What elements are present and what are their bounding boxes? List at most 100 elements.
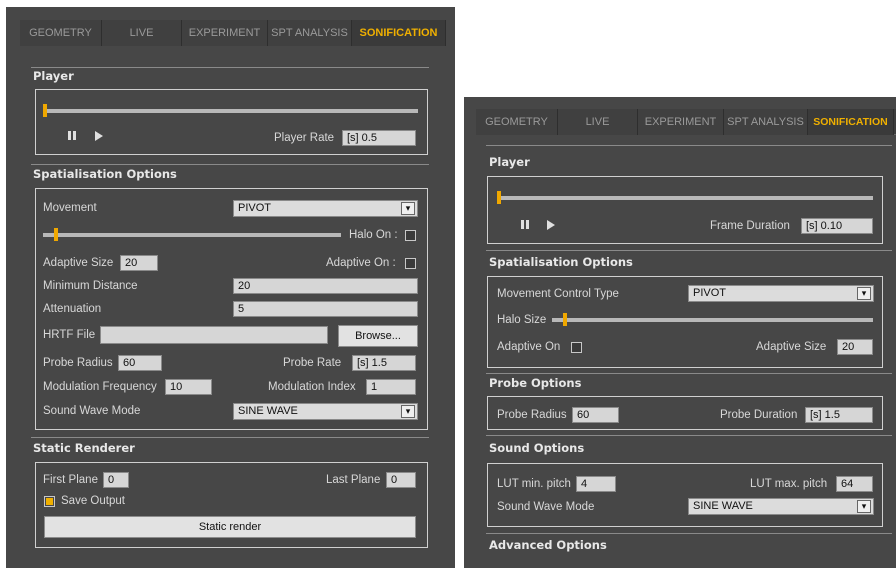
tab-geometry[interactable]: GEOMETRY [476, 109, 558, 135]
tab-spt-analysis[interactable]: SPT ANALYSIS [268, 20, 352, 46]
save-output-checkbox[interactable] [44, 496, 55, 507]
play-icon[interactable] [95, 131, 103, 141]
sound-wave-mode-dropdown[interactable]: SINE WAVE ▾ [688, 498, 874, 515]
lut-min-pitch-field[interactable]: 4 [576, 476, 616, 492]
section-title-advanced[interactable]: Advanced Options [489, 538, 607, 552]
movement-control-type-dropdown[interactable]: PIVOT ▾ [688, 285, 874, 302]
adaptive-on-checkbox[interactable] [571, 342, 582, 353]
chevron-down-icon: ▾ [857, 500, 871, 513]
chevron-down-icon: ▾ [401, 202, 415, 215]
movement-dropdown[interactable]: PIVOT ▾ [233, 200, 418, 217]
sound-wave-mode-label: Sound Wave Mode [43, 405, 141, 417]
probe-duration-label: Probe Duration [720, 409, 798, 421]
halo-size-label: Halo Size [497, 314, 547, 326]
divider [486, 145, 892, 146]
section-title-player: Player [33, 69, 74, 83]
divider [486, 373, 892, 374]
player-rate-field[interactable]: [s] 0.5 [342, 130, 416, 146]
adaptive-size-field[interactable]: 20 [837, 339, 873, 355]
divider [486, 250, 892, 251]
hrtf-file-label: HRTF File [43, 329, 96, 341]
chevron-down-icon: ▾ [857, 287, 871, 300]
halo-size-slider-track[interactable] [552, 318, 873, 322]
adaptive-on-checkbox[interactable] [405, 258, 416, 269]
player-timeline-track[interactable] [43, 109, 418, 113]
static-render-button[interactable]: Static render [44, 516, 416, 538]
sonification-panel-left: GEOMETRY LIVE EXPERIMENT SPT ANALYSIS SO… [6, 7, 455, 568]
frame-duration-label: Frame Duration [710, 220, 790, 232]
pause-icon[interactable] [68, 131, 76, 140]
sound-box [487, 463, 883, 527]
frame-duration-field[interactable]: [s] 0.10 [801, 218, 873, 234]
halo-on-label: Halo On : [349, 229, 398, 241]
section-title-player: Player [489, 155, 530, 169]
tab-live[interactable]: LIVE [558, 109, 638, 135]
sound-wave-mode-dropdown[interactable]: SINE WAVE ▾ [233, 403, 418, 420]
probe-radius-field[interactable]: 60 [118, 355, 162, 371]
probe-radius-field[interactable]: 60 [572, 407, 619, 423]
probe-rate-field[interactable]: [s] 1.5 [352, 355, 416, 371]
lut-min-pitch-label: LUT min. pitch [497, 478, 571, 490]
min-distance-field[interactable]: 20 [233, 278, 418, 294]
modulation-frequency-field[interactable]: 10 [165, 379, 212, 395]
lut-max-pitch-field[interactable]: 64 [836, 476, 873, 492]
adaptive-size-label: Adaptive Size [756, 341, 827, 353]
section-title-spatialisation: Spatialisation Options [33, 167, 177, 181]
browse-button[interactable]: Browse... [338, 325, 418, 347]
sound-wave-mode-label: Sound Wave Mode [497, 501, 595, 513]
tab-bar: GEOMETRY LIVE EXPERIMENT SPT ANALYSIS SO… [20, 20, 446, 46]
adaptive-size-field[interactable]: 20 [120, 255, 158, 271]
player-rate-label: Player Rate [274, 132, 335, 144]
sonification-panel-right: GEOMETRY LIVE EXPERIMENT SPT ANALYSIS SO… [464, 97, 896, 568]
halo-slider-thumb[interactable] [54, 228, 58, 241]
section-title-spatialisation: Spatialisation Options [489, 255, 633, 269]
save-output-label: Save Output [61, 495, 125, 507]
section-title-static-renderer: Static Renderer [33, 441, 135, 455]
halo-size-slider-thumb[interactable] [563, 313, 567, 326]
min-distance-label: Minimum Distance [43, 280, 138, 292]
halo-on-checkbox[interactable] [405, 230, 416, 241]
movement-value: PIVOT [238, 202, 272, 214]
probe-duration-field[interactable]: [s] 1.5 [805, 407, 873, 423]
probe-radius-label: Probe Radius [43, 357, 113, 369]
hrtf-file-field[interactable] [100, 326, 328, 344]
adaptive-size-label: Adaptive Size [43, 257, 114, 269]
divider [486, 533, 892, 534]
divider [31, 164, 429, 165]
tab-bar: GEOMETRY LIVE EXPERIMENT SPT ANALYSIS SO… [476, 109, 896, 135]
first-plane-label: First Plane [43, 474, 98, 486]
divider [31, 437, 429, 438]
adaptive-on-label: Adaptive On [497, 341, 561, 353]
sound-wave-mode-value: SINE WAVE [238, 405, 298, 417]
adaptive-on-label: Adaptive On : [326, 257, 396, 269]
tab-spt-analysis[interactable]: SPT ANALYSIS [724, 109, 808, 135]
sound-wave-mode-value: SINE WAVE [693, 500, 753, 512]
play-icon[interactable] [547, 220, 555, 230]
modulation-index-field[interactable]: 1 [366, 379, 416, 395]
pause-icon[interactable] [521, 220, 529, 229]
tab-live[interactable]: LIVE [102, 20, 182, 46]
movement-label: Movement [43, 202, 97, 214]
tab-experiment[interactable]: EXPERIMENT [638, 109, 724, 135]
divider [486, 435, 892, 436]
halo-slider-track[interactable] [43, 233, 341, 237]
movement-control-type-value: PIVOT [693, 287, 727, 299]
probe-radius-label: Probe Radius [497, 409, 567, 421]
tab-sonification[interactable]: SONIFICATION [352, 20, 446, 46]
tab-sonification[interactable]: SONIFICATION [808, 109, 894, 135]
player-timeline-track[interactable] [497, 196, 873, 200]
probe-rate-label: Probe Rate [283, 357, 342, 369]
section-title-probe: Probe Options [489, 376, 582, 390]
first-plane-field[interactable]: 0 [103, 472, 129, 488]
player-timeline-thumb[interactable] [43, 104, 47, 117]
last-plane-field[interactable]: 0 [386, 472, 416, 488]
section-title-sound: Sound Options [489, 441, 585, 455]
tab-experiment[interactable]: EXPERIMENT [182, 20, 268, 46]
chevron-down-icon: ▾ [401, 405, 415, 418]
modulation-frequency-label: Modulation Frequency [43, 381, 157, 393]
modulation-index-label: Modulation Index [268, 381, 356, 393]
movement-control-type-label: Movement Control Type [497, 288, 619, 300]
player-timeline-thumb[interactable] [497, 191, 501, 204]
tab-geometry[interactable]: GEOMETRY [20, 20, 102, 46]
attenuation-field[interactable]: 5 [233, 301, 418, 317]
